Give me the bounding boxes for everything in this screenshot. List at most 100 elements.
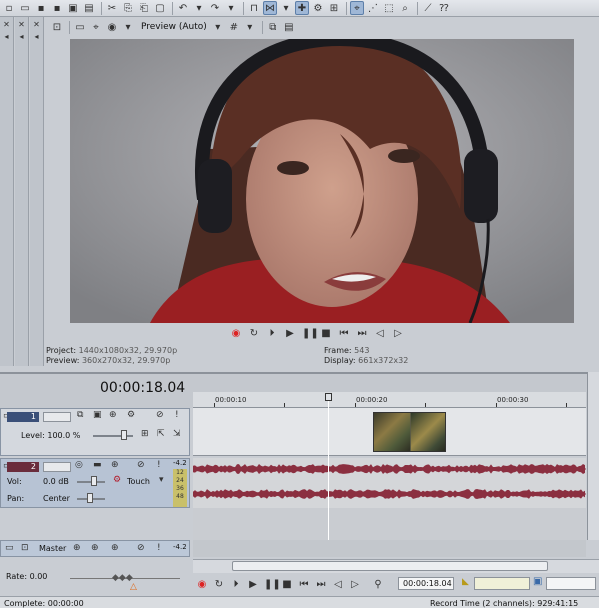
next-frame-icon[interactable]: ▷ (392, 328, 404, 339)
selection-start-field[interactable] (474, 577, 530, 590)
preview-mode-dropdown-icon[interactable]: ▾ (211, 20, 225, 34)
go-to-start-icon[interactable]: ⏮ (298, 579, 310, 590)
loop-icon[interactable]: ↻ (248, 328, 260, 339)
input-monitor-icon[interactable]: ▬ (93, 460, 102, 470)
level-slider[interactable] (93, 435, 133, 437)
undo-dropdown-icon[interactable]: ▾ (192, 1, 206, 15)
cursor-timecode-field[interactable]: 00:00:18.04 (398, 577, 454, 590)
next-frame-icon[interactable]: ▷ (349, 579, 361, 590)
render-icon[interactable]: ▣ (66, 1, 80, 15)
enable-snapping-icon[interactable]: ⟋ (421, 1, 435, 15)
overlays-dropdown-icon[interactable]: ▾ (243, 20, 257, 34)
arm-record-icon[interactable]: ◎ (75, 460, 83, 470)
close-icon[interactable]: ✕ (0, 20, 13, 29)
pin-icon[interactable]: ◂ (15, 32, 28, 41)
new-icon[interactable]: ▫ (2, 1, 16, 15)
selection-length-field[interactable] (546, 577, 596, 590)
go-to-end-icon[interactable]: ⏭ (356, 328, 368, 339)
save-icon[interactable]: ▪ (34, 1, 48, 15)
record-icon[interactable]: ◉ (196, 579, 208, 590)
track-minimize-icon[interactable]: ▭ (5, 543, 14, 553)
volume-slider-knob[interactable] (91, 476, 97, 486)
automation-mode[interactable]: Touch (127, 477, 150, 486)
video-track-header[interactable]: ▭ 1 ⧉ ▣ ⊕ ⚙ ⊘ ! Level: 100.0 % ⊞ ⇱ ⇲ (0, 408, 190, 456)
track-fx-icon[interactable]: ⊕ (109, 410, 117, 420)
lock-envelopes-icon[interactable]: ⚙ (311, 1, 325, 15)
solo-icon[interactable]: ! (157, 543, 161, 553)
previous-frame-icon[interactable]: ◁ (332, 579, 344, 590)
preview-quality-dropdown-icon[interactable]: ▾ (121, 20, 135, 34)
overlays-icon[interactable]: # (227, 20, 241, 34)
auto-ripple-icon[interactable]: ⋈ (263, 1, 277, 15)
crossfade-icon[interactable]: ✚ (295, 1, 309, 15)
master-fx-icon[interactable]: ⊕ (73, 543, 81, 553)
timeline-ruler[interactable]: 00:00:10 00:00:20 00:00:30 (193, 392, 586, 408)
insert-fx-icon[interactable]: ⊕ (111, 543, 119, 553)
copy-snapshot-icon[interactable]: ⧉ (266, 20, 280, 34)
undo-icon[interactable]: ↶ (176, 1, 190, 15)
audio-track-name-field[interactable] (43, 462, 71, 472)
preview-quality-select[interactable]: Preview (Auto) (141, 22, 207, 32)
redo-dropdown-icon[interactable]: ▾ (224, 1, 238, 15)
pause-icon[interactable]: ❚❚ (264, 579, 281, 590)
play-icon[interactable]: ▶ (284, 328, 296, 339)
preview-fx-icon[interactable]: ◉ (105, 20, 119, 34)
close-icon[interactable]: ✕ (30, 20, 43, 29)
snapping-icon[interactable]: ⊓ (247, 1, 261, 15)
delete-icon[interactable]: ▢ (153, 1, 167, 15)
ripple-dropdown-icon[interactable]: ▾ (279, 1, 293, 15)
previous-frame-icon[interactable]: ◁ (374, 328, 386, 339)
play-from-start-icon[interactable]: ⏵ (230, 579, 242, 590)
playhead-cursor[interactable] (328, 396, 329, 540)
play-icon[interactable]: ▶ (247, 579, 259, 590)
play-from-start-icon[interactable]: ⏵ (266, 328, 278, 339)
track-fx-icon[interactable]: ⊕ (111, 460, 119, 470)
loop-icon[interactable]: ↻ (213, 579, 225, 590)
split-screen-icon[interactable]: ⌖ (89, 20, 103, 34)
properties-icon[interactable]: ▤ (82, 1, 96, 15)
mute-icon[interactable]: ⊘ (137, 460, 145, 470)
expand-icon[interactable]: ⊞ (141, 429, 149, 439)
master-bus-header[interactable]: ▭ ⊡ Master ⊕ ⊕ ⊕ ⊘ ! -4.2 (0, 540, 190, 557)
audio-track-header[interactable]: ▭ 2 ◎ ▬ ⊕ ⊘ ! -4.2 12 24 36 48 Vol: 0.0 … (0, 458, 190, 508)
ignore-grouping-icon[interactable]: ⊞ (327, 1, 341, 15)
audio-track-lane[interactable] (193, 458, 586, 508)
level-slider-knob[interactable] (121, 430, 127, 440)
zoom-tool-icon[interactable]: ⌕ (398, 1, 412, 15)
go-to-end-icon[interactable]: ⏭ (315, 579, 327, 590)
solo-icon[interactable]: ! (157, 460, 161, 470)
stop-icon[interactable]: ■ (281, 579, 293, 590)
redo-icon[interactable]: ↷ (208, 1, 222, 15)
mute-icon[interactable]: ⊘ (137, 543, 145, 553)
video-event[interactable] (373, 412, 446, 452)
automation-icon[interactable]: ⚙ (127, 410, 135, 420)
pin-icon[interactable]: ◂ (30, 32, 43, 41)
playhead-marker[interactable] (325, 393, 332, 401)
go-to-start-icon[interactable]: ⏮ (338, 328, 350, 339)
video-track-name-field[interactable] (43, 412, 71, 422)
timeline-vertical-scrollbar[interactable] (587, 372, 599, 540)
composite-parent-icon[interactable]: ⇱ (157, 429, 165, 439)
stop-icon[interactable]: ■ (320, 328, 332, 339)
pan-slider-knob[interactable] (87, 493, 93, 503)
close-icon[interactable]: ✕ (15, 20, 28, 29)
envelope-tool-icon[interactable]: ⋰ (366, 1, 380, 15)
solo-icon[interactable]: ! (175, 410, 179, 420)
paste-icon[interactable]: ⎗ (137, 1, 151, 15)
timeline-empty-area[interactable] (193, 508, 586, 540)
save-snapshot-icon[interactable]: ▤ (282, 20, 296, 34)
open-icon[interactable]: ▭ (18, 1, 32, 15)
video-properties-icon[interactable]: ⊡ (50, 20, 64, 34)
motion-icon[interactable]: ▣ (93, 410, 102, 420)
mute-icon[interactable]: ⊘ (156, 410, 164, 420)
save-as-icon[interactable]: ▪ (50, 1, 64, 15)
selection-tool-icon[interactable]: ⬚ (382, 1, 396, 15)
help-icon[interactable]: ⁇ (437, 1, 451, 15)
copy-icon[interactable]: ⎘ (121, 1, 135, 15)
cut-icon[interactable]: ✂ (105, 1, 119, 15)
composite-child-icon[interactable]: ⇲ (173, 429, 181, 439)
record-icon[interactable]: ◉ (230, 328, 242, 339)
pin-icon[interactable]: ◂ (0, 32, 13, 41)
pause-icon[interactable]: ❚❚ (302, 328, 319, 339)
automation-icon[interactable]: ⚙ (113, 475, 121, 485)
